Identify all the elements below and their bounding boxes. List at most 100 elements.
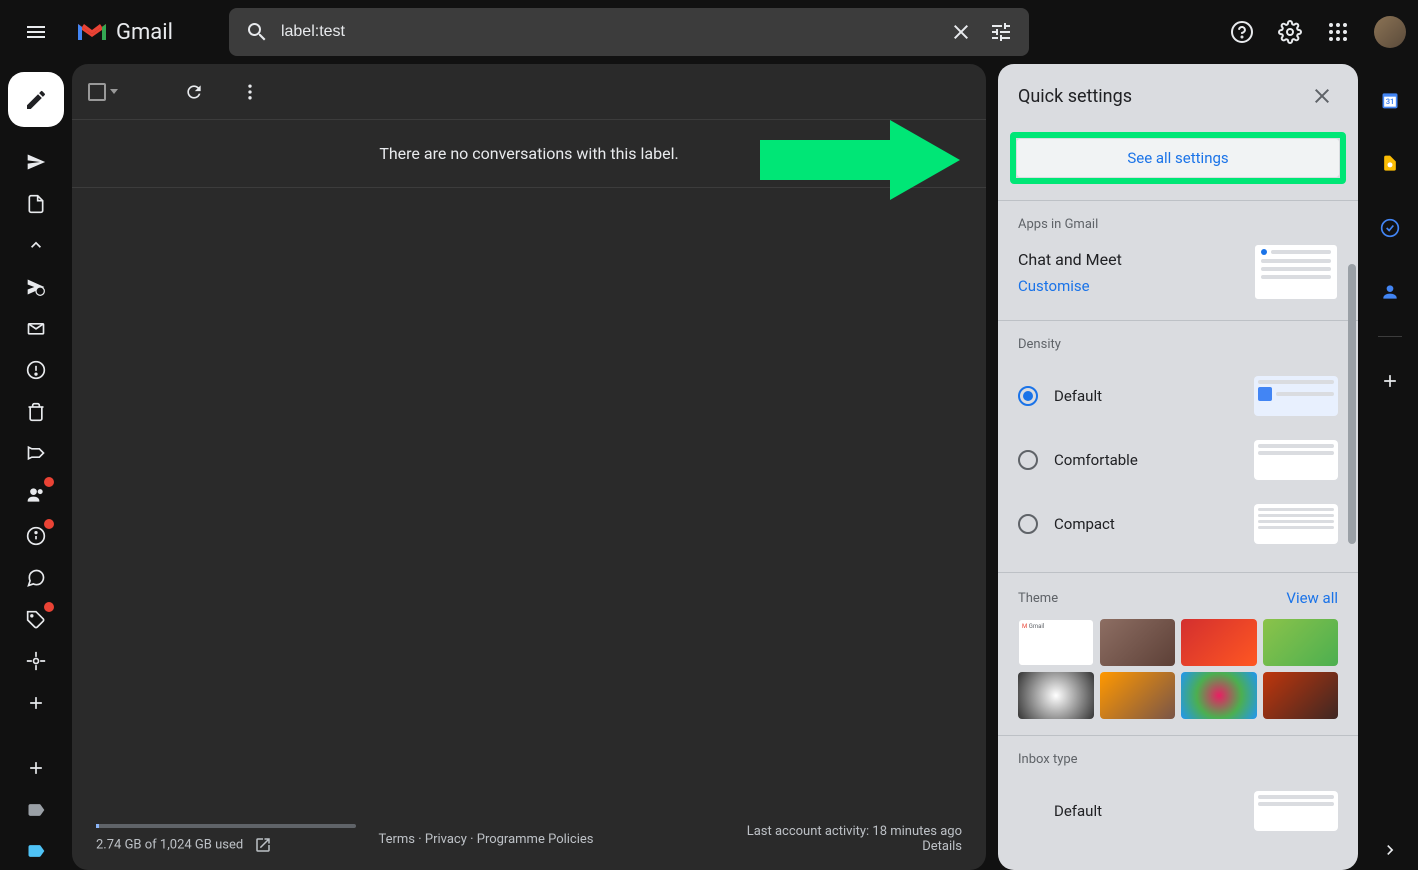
tune-icon <box>989 20 1013 44</box>
theme-thumbnail[interactable] <box>1018 672 1094 719</box>
close-icon <box>949 20 973 44</box>
more-button[interactable] <box>230 72 270 112</box>
gmail-logo[interactable]: Gmail <box>68 20 181 45</box>
nav-updates[interactable] <box>20 521 52 553</box>
open-in-new-button[interactable] <box>254 836 272 854</box>
nav-manage-labels[interactable] <box>20 645 52 677</box>
nav-sent[interactable] <box>20 146 52 178</box>
tasks-app-button[interactable] <box>1370 208 1410 248</box>
plus-icon <box>1380 371 1400 391</box>
person-icon <box>1380 282 1400 302</box>
nav-less[interactable] <box>20 229 52 261</box>
gmail-icon <box>76 20 108 44</box>
conversation-panel: There are no conversations with this lab… <box>72 64 986 870</box>
select-all-checkbox[interactable] <box>88 83 118 101</box>
chevron-right-icon <box>1380 840 1400 860</box>
quick-settings-title: Quick settings <box>1018 86 1132 107</box>
nav-new-label[interactable] <box>20 752 52 784</box>
terms-link[interactable]: Terms <box>378 832 415 847</box>
density-preview-default <box>1254 376 1338 416</box>
policies-link[interactable]: Programme Policies <box>477 832 594 847</box>
refresh-icon <box>184 82 204 102</box>
details-link[interactable]: Details <box>747 839 962 854</box>
quick-settings-panel: Quick settings See all settings Apps in … <box>998 64 1358 870</box>
chevron-up-icon <box>26 235 46 255</box>
calendar-icon: 31 <box>1380 90 1400 110</box>
see-all-highlight: See all settings <box>1010 132 1346 184</box>
support-button[interactable] <box>1222 12 1262 52</box>
footer: 2.74 GB of 1,024 GB used Terms · Privacy… <box>72 808 986 870</box>
density-comfortable-option[interactable]: Comfortable <box>1018 428 1338 492</box>
add-app-button[interactable] <box>1370 361 1410 401</box>
scrollbar[interactable] <box>1348 264 1356 544</box>
contacts-app-button[interactable] <box>1370 272 1410 312</box>
nav-spam[interactable] <box>20 354 52 386</box>
people-icon <box>26 485 46 505</box>
open-in-new-icon <box>254 836 272 854</box>
close-quick-settings-button[interactable] <box>1306 80 1338 112</box>
calendar-app-button[interactable]: 31 <box>1370 80 1410 120</box>
density-preview-comfortable <box>1254 440 1338 480</box>
nav-forums[interactable] <box>20 562 52 594</box>
apps-button[interactable] <box>1318 12 1358 52</box>
theme-thumbnail[interactable] <box>1263 619 1339 666</box>
header: Gmail <box>0 0 1418 64</box>
nav-social[interactable] <box>20 479 52 511</box>
theme-thumbnail[interactable]: M Gmail <box>1018 619 1094 666</box>
theme-thumbnail[interactable] <box>1100 619 1176 666</box>
density-default-option[interactable]: Default <box>1018 364 1338 428</box>
keep-app-button[interactable] <box>1370 144 1410 184</box>
search-button[interactable] <box>237 12 277 52</box>
inbox-default-option[interactable]: Default <box>1018 779 1338 831</box>
nav-create-label[interactable] <box>20 687 52 719</box>
search-options-button[interactable] <box>981 12 1021 52</box>
empty-conversations-message: There are no conversations with this lab… <box>72 120 986 188</box>
density-preview-compact <box>1254 504 1338 544</box>
plus-icon <box>26 693 46 713</box>
main-menu-button[interactable] <box>12 8 60 56</box>
refresh-button[interactable] <box>174 72 214 112</box>
nav-trash[interactable] <box>20 396 52 428</box>
trash-icon <box>26 402 46 422</box>
apps-section-title: Apps in Gmail <box>1018 217 1338 232</box>
right-sidebar: 31 <box>1362 64 1418 870</box>
label-filled-icon <box>26 841 46 861</box>
tag-icon <box>26 610 46 630</box>
compose-button[interactable] <box>8 72 64 127</box>
gmail-text: Gmail <box>116 20 173 45</box>
checkbox-icon <box>88 83 106 101</box>
settings-button[interactable] <box>1270 12 1310 52</box>
nav-all-mail[interactable] <box>20 313 52 345</box>
more-vert-icon <box>240 82 260 102</box>
storage-bar <box>96 824 356 828</box>
nav-drafts[interactable] <box>20 188 52 220</box>
theme-thumbnail[interactable] <box>1181 672 1257 719</box>
gear-icon <box>26 651 46 671</box>
label-icon <box>26 443 46 463</box>
density-compact-option[interactable]: Compact <box>1018 492 1338 556</box>
privacy-link[interactable]: Privacy <box>425 832 467 847</box>
badge-icon <box>44 602 54 612</box>
clear-search-button[interactable] <box>941 12 981 52</box>
theme-section-title: Theme <box>1018 591 1058 606</box>
nav-scheduled[interactable] <box>20 271 52 303</box>
theme-thumbnail[interactable] <box>1181 619 1257 666</box>
label-filled-icon <box>26 800 46 820</box>
badge-icon <box>44 519 54 529</box>
side-panel-toggle[interactable] <box>1370 830 1410 870</box>
pencil-icon <box>24 88 48 112</box>
nav-categories[interactable] <box>20 437 52 469</box>
nav-label-item[interactable] <box>20 794 52 826</box>
toolbar <box>72 64 986 120</box>
theme-thumbnail[interactable] <box>1100 672 1176 719</box>
account-avatar[interactable] <box>1374 16 1406 48</box>
view-all-themes-link[interactable]: View all <box>1286 589 1338 607</box>
see-all-settings-button[interactable]: See all settings <box>1016 138 1340 178</box>
customise-link[interactable]: Customise <box>1018 277 1122 295</box>
nav-promotions[interactable] <box>20 604 52 636</box>
nav-label-item-2[interactable] <box>20 836 52 868</box>
theme-thumbnail[interactable] <box>1263 672 1339 719</box>
search-input[interactable] <box>277 23 941 41</box>
search-bar <box>229 8 1029 56</box>
file-icon <box>26 194 46 214</box>
